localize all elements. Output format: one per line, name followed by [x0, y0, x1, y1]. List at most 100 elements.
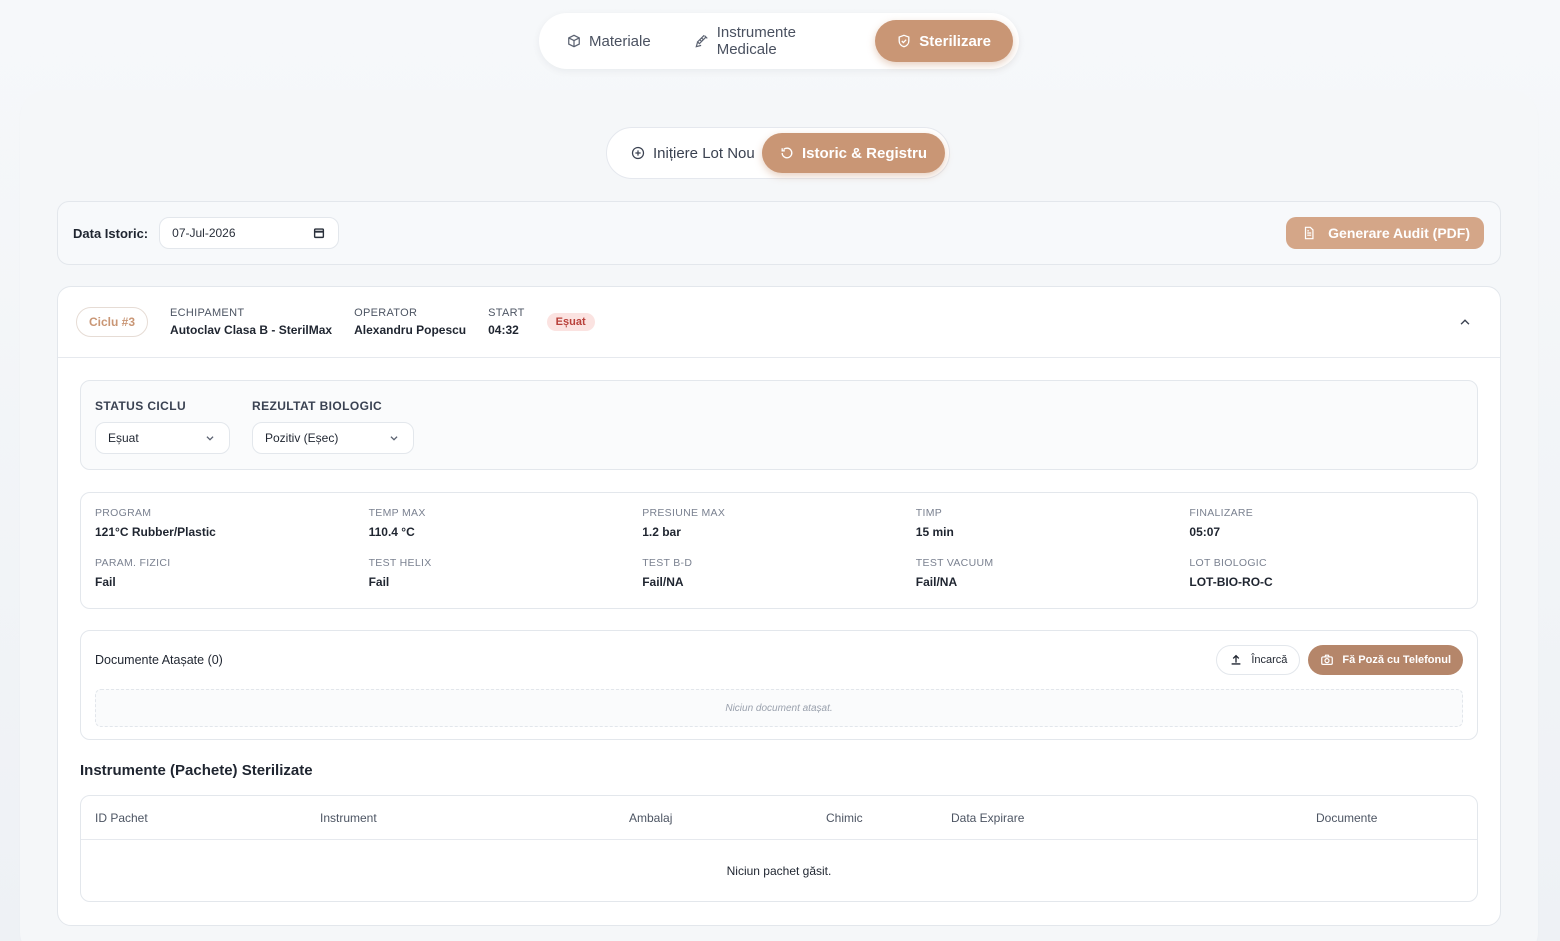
status-ciclu-select[interactable]: Eșuat — [95, 422, 230, 454]
date-filter-label: Data Istoric: — [73, 225, 149, 241]
param-key: FINALIZARE — [1189, 507, 1254, 519]
calendar-icon[interactable] — [238, 226, 326, 240]
tab-sterilizare-label: Sterilizare — [919, 32, 991, 50]
equipment-meta: ECHIPAMENT Autoclav Clasa B - SterilMax — [170, 307, 332, 337]
start-meta: START 04:32 — [488, 307, 525, 337]
history-icon — [780, 146, 794, 160]
param-key: PARAM. FIZICI — [95, 557, 171, 569]
col-chimic: Chimic — [826, 811, 863, 825]
chevron-up-icon[interactable] — [1458, 315, 1472, 329]
rezultat-biologic-field: REZULTAT BIOLOGIC Pozitiv (Eșec) — [252, 399, 414, 454]
operator-label: OPERATOR — [354, 307, 418, 319]
col-ambalaj: Ambalaj — [629, 811, 673, 825]
param-key: TEST HELIX — [368, 557, 432, 569]
history-filter-bar: Data Istoric: 07-Jul-2026 Generare Audit… — [57, 201, 1501, 265]
param-test-helix: TEST HELIX Fail — [369, 557, 643, 607]
equipment-value: Autoclav Clasa B - SterilMax — [170, 323, 333, 337]
table-header: ID Pachet Instrument Ambalaj Chimic Data… — [81, 796, 1477, 840]
cycle-tag: Ciclu #3 — [76, 307, 149, 337]
history-date-input[interactable]: 07-Jul-2026 — [159, 217, 340, 249]
syringe-icon — [695, 34, 709, 48]
col-documente: Documente — [1316, 811, 1378, 825]
param-value: 1.2 bar — [642, 525, 681, 539]
take-photo-button[interactable]: Fă Poză cu Telefonul — [1308, 645, 1463, 675]
box-icon — [567, 34, 581, 48]
tab-initiere-lot-nou[interactable]: Inițiere Lot Nou — [631, 133, 755, 173]
document-icon — [1302, 226, 1316, 240]
sub-navigation: Inițiere Lot Nou Istoric & Registru — [606, 127, 950, 179]
param-value: Fail/NA — [642, 575, 684, 589]
param-presiune-max: PRESIUNE MAX 1.2 bar — [642, 507, 916, 557]
param-value: Fail — [368, 575, 390, 589]
param-value: LOT-BIO-RO-C — [1189, 575, 1273, 589]
generate-audit-button[interactable]: Generare Audit (PDF) — [1286, 217, 1484, 249]
documents-title: Documente Atașate (0) — [95, 653, 223, 667]
param-key: TEST VACUUM — [915, 557, 994, 569]
status-ciclu-field: STATUS CICLU Eșuat — [95, 399, 230, 454]
cycle-header[interactable]: Ciclu #3 ECHIPAMENT Autoclav Clasa B - S… — [58, 287, 1500, 358]
tab-materiale-label: Materiale — [589, 32, 651, 50]
param-value: 15 min — [915, 525, 954, 539]
rezultat-biologic-value: Pozitiv (Eșec) — [265, 431, 339, 445]
operator-meta: OPERATOR Alexandru Popescu — [354, 307, 466, 337]
param-value: Fail — [95, 575, 116, 589]
instruments-section-title: Instrumente (Pachete) Sterilizate — [80, 762, 313, 779]
param-timp: TIMP 15 min — [916, 507, 1190, 557]
param-lot-biologic: LOT BIOLOGIC LOT-BIO-RO-C — [1189, 557, 1463, 607]
tab-sterilizare[interactable]: Sterilizare — [875, 20, 1013, 62]
date-value: 07-Jul-2026 — [172, 226, 236, 240]
start-value: 04:32 — [488, 323, 519, 337]
col-data-expirare: Data Expirare — [951, 811, 1025, 825]
param-program: PROGRAM 121°C Rubber/Plastic — [95, 507, 369, 557]
tab-istoric-label: Istoric & Registru — [801, 144, 927, 162]
shield-icon — [897, 34, 911, 48]
status-ciclu-label: STATUS CICLU — [95, 399, 187, 413]
take-photo-label: Fă Poză cu Telefonul — [1342, 654, 1451, 666]
param-value: 05:07 — [1189, 525, 1221, 539]
plus-circle-icon — [631, 146, 645, 160]
param-key: LOT BIOLOGIC — [1189, 557, 1267, 569]
cycle-parameters: PROGRAM 121°C Rubber/Plastic TEMP MAX 110.… — [80, 492, 1478, 609]
rezultat-biologic-select[interactable]: Pozitiv (Eșec) — [252, 422, 414, 454]
col-id-pachet: ID Pachet — [95, 811, 148, 825]
tab-instrumente-label: Instrumente Medicale — [716, 24, 796, 58]
col-instrument: Instrument — [320, 811, 377, 825]
chevron-down-icon — [387, 431, 401, 445]
param-key: TIMP — [915, 507, 943, 519]
cycle-card: Ciclu #3 ECHIPAMENT Autoclav Clasa B - S… — [57, 286, 1501, 926]
tab-instrumente-medicale[interactable]: Instrumente Medicale — [673, 20, 876, 62]
operator-value: Alexandru Popescu — [354, 323, 467, 337]
param-key: TEST B-D — [642, 557, 693, 569]
upload-label: Încarcă — [1251, 654, 1288, 666]
tab-istoric-registru[interactable]: Istoric & Registru — [761, 133, 945, 173]
camera-icon — [1320, 653, 1334, 667]
rezultat-biologic-label: REZULTAT BIOLOGIC — [252, 399, 383, 413]
param-value: 121°C Rubber/Plastic — [95, 525, 216, 539]
generate-audit-label: Generare Audit (PDF) — [1328, 225, 1470, 241]
status-badge: Eșuat — [546, 312, 595, 331]
param-key: PRESIUNE MAX — [642, 507, 726, 519]
param-fizici: PARAM. FIZICI Fail — [95, 557, 369, 607]
instruments-table: ID Pachet Instrument Ambalaj Chimic Data… — [80, 795, 1478, 902]
upload-button[interactable]: Încarcă — [1216, 645, 1301, 675]
param-finalizare: FINALIZARE 05:07 — [1189, 507, 1463, 557]
chevron-down-icon — [203, 431, 217, 445]
upload-icon — [1229, 653, 1243, 667]
documents-empty-state: Niciun document atașat. — [95, 689, 1463, 727]
param-value: Fail/NA — [915, 575, 958, 589]
start-label: START — [488, 307, 525, 319]
attached-documents-section: Documente Atașate (0) Încarcă Fă Poză cu… — [80, 630, 1478, 740]
tab-materiale[interactable]: Materiale — [561, 20, 673, 62]
tab-initiere-label: Inițiere Lot Nou — [653, 144, 755, 162]
top-navigation: Materiale Instrumente Medicale Steriliza… — [539, 13, 1019, 69]
status-ciclu-value: Eșuat — [108, 431, 139, 445]
param-test-bd: TEST B-D Fail/NA — [642, 557, 916, 607]
param-temp-max: TEMP MAX 110.4 °C — [369, 507, 643, 557]
param-value: 110.4 °C — [368, 525, 415, 539]
equipment-label: ECHIPAMENT — [170, 307, 245, 319]
param-key: TEMP MAX — [368, 507, 426, 519]
main-panel: Inițiere Lot Nou Istoric & Registru Data… — [20, 90, 1538, 941]
table-empty-state: Niciun pachet găsit. — [726, 864, 832, 878]
param-test-vacuum: TEST VACUUM Fail/NA — [916, 557, 1190, 607]
cycle-status-section: STATUS CICLU Eșuat REZULTAT BIOLOGIC Poz… — [80, 380, 1478, 470]
